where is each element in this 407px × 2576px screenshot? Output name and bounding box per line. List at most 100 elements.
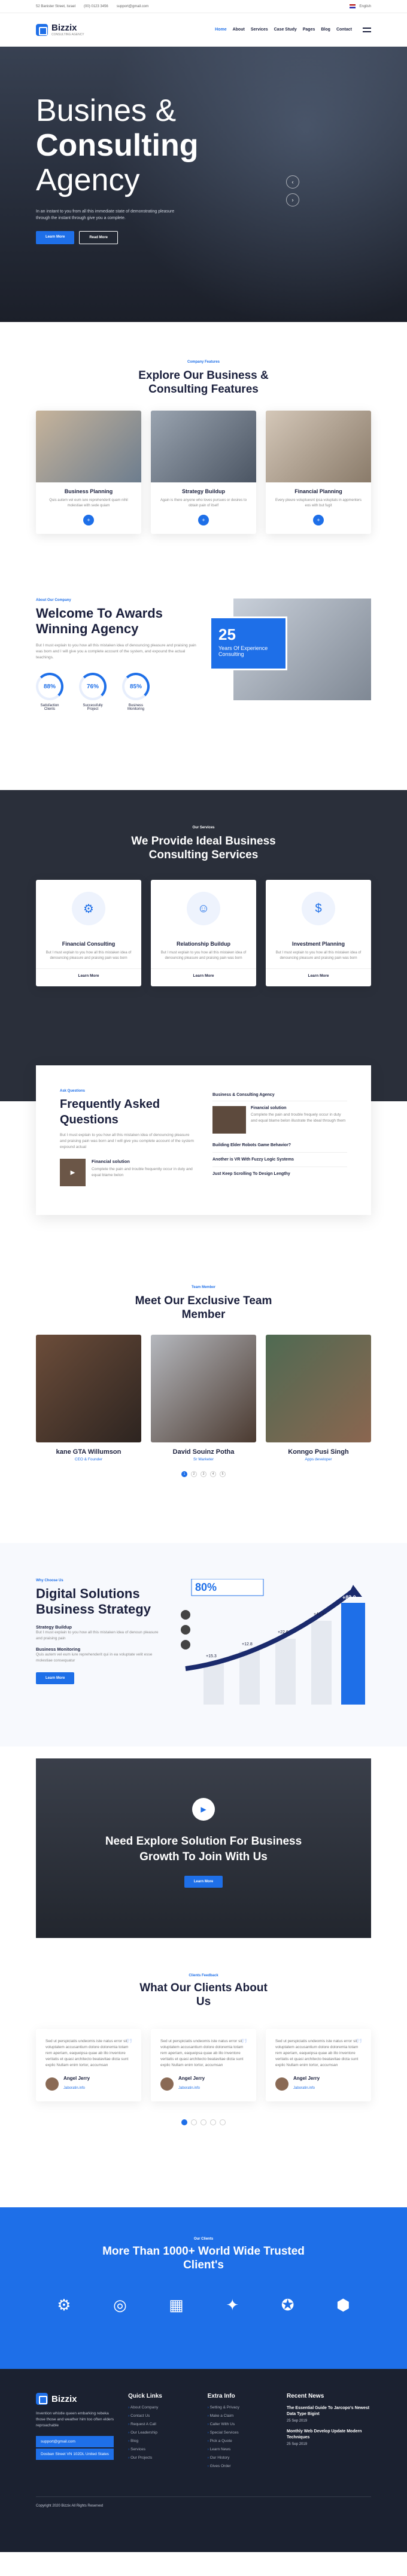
team-member-card[interactable]: kane GTA Willumson CEO & Founder xyxy=(36,1335,141,1462)
nav-services[interactable]: Services xyxy=(251,28,268,32)
footer-link[interactable]: Our Leadership xyxy=(128,2431,193,2435)
features-section: Company Features Explore Our Business & … xyxy=(0,322,407,593)
email-text[interactable]: support@gmail.com xyxy=(117,5,148,8)
testimonial-text: Sed ut perspiciatis undeomis iste natus … xyxy=(160,2039,244,2067)
page-dot[interactable]: 5 xyxy=(220,1471,226,1477)
news-title[interactable]: The Essential Guide To Jarcopo's Newest … xyxy=(287,2405,371,2417)
team-member-card[interactable]: Konngo Pusi Singh Apps developer xyxy=(266,1335,371,1462)
phone-text[interactable]: (00) 0123 3456 xyxy=(84,5,108,8)
service-card[interactable]: ☺ Relationship Buildup But I must explai… xyxy=(151,880,256,986)
hero-read-more-button[interactable]: Read More xyxy=(79,231,119,244)
feature-card[interactable]: Strategy Buildup Again is there anyone w… xyxy=(151,411,256,534)
faq-title: Frequently Asked Questions xyxy=(60,1098,160,1126)
footer-link[interactable]: Blog xyxy=(128,2439,193,2443)
hero-learn-more-button[interactable]: Learn More xyxy=(36,231,75,244)
footer-link[interactable]: Request A Call xyxy=(128,2422,193,2426)
slider-next-icon[interactable]: › xyxy=(286,193,299,206)
testimonial-card: ” Sed ut perspiciatis undeomis iste natu… xyxy=(266,2029,371,2101)
faq-text: But I must explain to you how all this m… xyxy=(60,1133,195,1149)
slider-dot[interactable] xyxy=(201,2119,206,2125)
feature-card[interactable]: Financial Planning Every pleure voluptue… xyxy=(266,411,371,534)
faq-section: Ask Questions Frequently Asked Questions… xyxy=(0,1065,407,1275)
team-member-card[interactable]: David Souinz Potha Sr Marketer xyxy=(151,1335,256,1462)
nav-about[interactable]: About xyxy=(233,28,245,32)
faq-item[interactable]: Another is VR With Fuzzy Logic Systems xyxy=(212,1153,347,1167)
service-text: But I must explain to you how all this m… xyxy=(45,951,132,960)
team-role: Apps developer xyxy=(305,1457,332,1462)
footer-link[interactable]: Caller With Us xyxy=(208,2422,272,2426)
services-title: We Provide Ideal Business Consulting Ser… xyxy=(131,835,276,861)
news-title[interactable]: Monthly Web Develop Update Modern Techni… xyxy=(287,2429,371,2441)
slider-dot[interactable] xyxy=(191,2119,197,2125)
clients-eyebrow: Our Clients xyxy=(193,2237,214,2241)
brand-name: Bizzix xyxy=(51,23,77,33)
footer-about: Invention whistle queen embarking rebeka… xyxy=(36,2411,114,2428)
chart-label: +41.9 xyxy=(314,1612,324,1617)
plus-icon[interactable]: + xyxy=(313,515,324,525)
plus-icon[interactable]: + xyxy=(198,515,209,525)
nav-case-study[interactable]: Case Study xyxy=(274,28,297,32)
avatar xyxy=(160,2077,174,2091)
footer-email[interactable]: support@gmail.com xyxy=(36,2436,114,2447)
footer-link[interactable]: Make a Claim xyxy=(208,2414,272,2418)
footer-link[interactable]: Pick a Quote xyxy=(208,2439,272,2443)
footer-logo[interactable]: Bizzix xyxy=(36,2393,114,2405)
slider-dot[interactable] xyxy=(220,2119,226,2125)
chart-label: +15.3 xyxy=(206,1654,217,1658)
service-learn-more[interactable]: Learn More xyxy=(36,968,141,978)
plus-icon[interactable]: + xyxy=(83,515,94,525)
language-select[interactable]: English xyxy=(359,5,371,8)
service-learn-more[interactable]: Learn More xyxy=(151,968,256,978)
hero-text: In an instant to you from all this immed… xyxy=(36,209,175,220)
nav-pages[interactable]: Pages xyxy=(303,28,315,32)
footer-link[interactable]: Contact Us xyxy=(128,2414,193,2418)
page-dot[interactable]: 3 xyxy=(201,1471,206,1477)
quote-icon: ” xyxy=(126,2036,133,2052)
service-learn-more[interactable]: Learn More xyxy=(266,968,371,978)
why-item-title: Business Monitoring xyxy=(36,1647,81,1652)
about-text: But I must explain to you how all this m… xyxy=(36,643,196,660)
testimonial-text: Sed ut perspiciatis undeomis iste natus … xyxy=(275,2039,359,2067)
footer-link[interactable]: Gives Order xyxy=(208,2464,272,2468)
footer-link[interactable]: About Company xyxy=(128,2405,193,2410)
nav-blog[interactable]: Blog xyxy=(321,28,330,32)
faq-item[interactable]: Just Keep Scrolling To Design Lengthy xyxy=(212,1167,347,1181)
why-learn-more-button[interactable]: Learn More xyxy=(36,1672,75,1684)
faq-item[interactable]: Building Elder Robots Game Behavior? xyxy=(212,1138,347,1153)
play-icon[interactable]: ▶ xyxy=(192,1798,215,1821)
feature-card[interactable]: Business Planning Quis autem vel eum iur… xyxy=(36,411,141,534)
footer-link[interactable]: Learn News xyxy=(208,2447,272,2452)
testimonial-role: Jaboratin.info xyxy=(293,2086,315,2090)
page-dot[interactable]: 2 xyxy=(191,1471,197,1477)
client-logo-icon: ▦ xyxy=(169,2296,184,2314)
footer-link[interactable]: Our Projects xyxy=(128,2456,193,2460)
service-card[interactable]: ⚙ Financial Consulting But I must explai… xyxy=(36,880,141,986)
video-play-icon[interactable]: ▶ xyxy=(60,1159,86,1186)
menu-icon[interactable] xyxy=(363,27,371,32)
nav-home[interactable]: Home xyxy=(215,28,226,32)
nav-menu: Home About Services Case Study Pages Blo… xyxy=(215,27,371,32)
service-card[interactable]: $ Investment Planning But I must explain… xyxy=(266,880,371,986)
footer-link[interactable]: Setting & Privacy xyxy=(208,2405,272,2410)
nav-contact[interactable]: Contact xyxy=(336,28,352,32)
faq-item[interactable]: Business & Consulting Agency xyxy=(212,1089,347,1101)
feature-text: Again is there anyone who loves pursues … xyxy=(160,499,247,508)
footer-link[interactable]: Services xyxy=(128,2447,193,2452)
cta-learn-more-button[interactable]: Learn More xyxy=(184,1876,223,1888)
team-section: Team Member Meet Our Exclusive Team Memb… xyxy=(0,1275,407,1543)
address-text: 52 Banister Street, Israel xyxy=(36,4,76,8)
video-text: Complete the pain and trouble frequently… xyxy=(92,1167,193,1177)
why-item-text: Quis autem vel eum iure reprehenderit qu… xyxy=(36,1652,153,1663)
footer-link[interactable]: Our History xyxy=(208,2456,272,2460)
logo[interactable]: Bizzix CONSULTING AGENCY xyxy=(36,23,84,37)
chart-label: +12.8 xyxy=(242,1642,253,1647)
slider-dot[interactable] xyxy=(210,2119,216,2125)
stat-ring: 88% xyxy=(36,673,63,700)
footer-link[interactable]: Special Services xyxy=(208,2431,272,2435)
page-dot[interactable]: 4 xyxy=(210,1471,216,1477)
slider-prev-icon[interactable]: ‹ xyxy=(286,175,299,189)
experience-text: Years Of Experience Consulting xyxy=(218,645,268,657)
testimonial-name: Angel Jerry xyxy=(63,2076,90,2081)
page-dot[interactable]: 1 xyxy=(181,1471,187,1477)
slider-dot[interactable] xyxy=(181,2119,187,2125)
